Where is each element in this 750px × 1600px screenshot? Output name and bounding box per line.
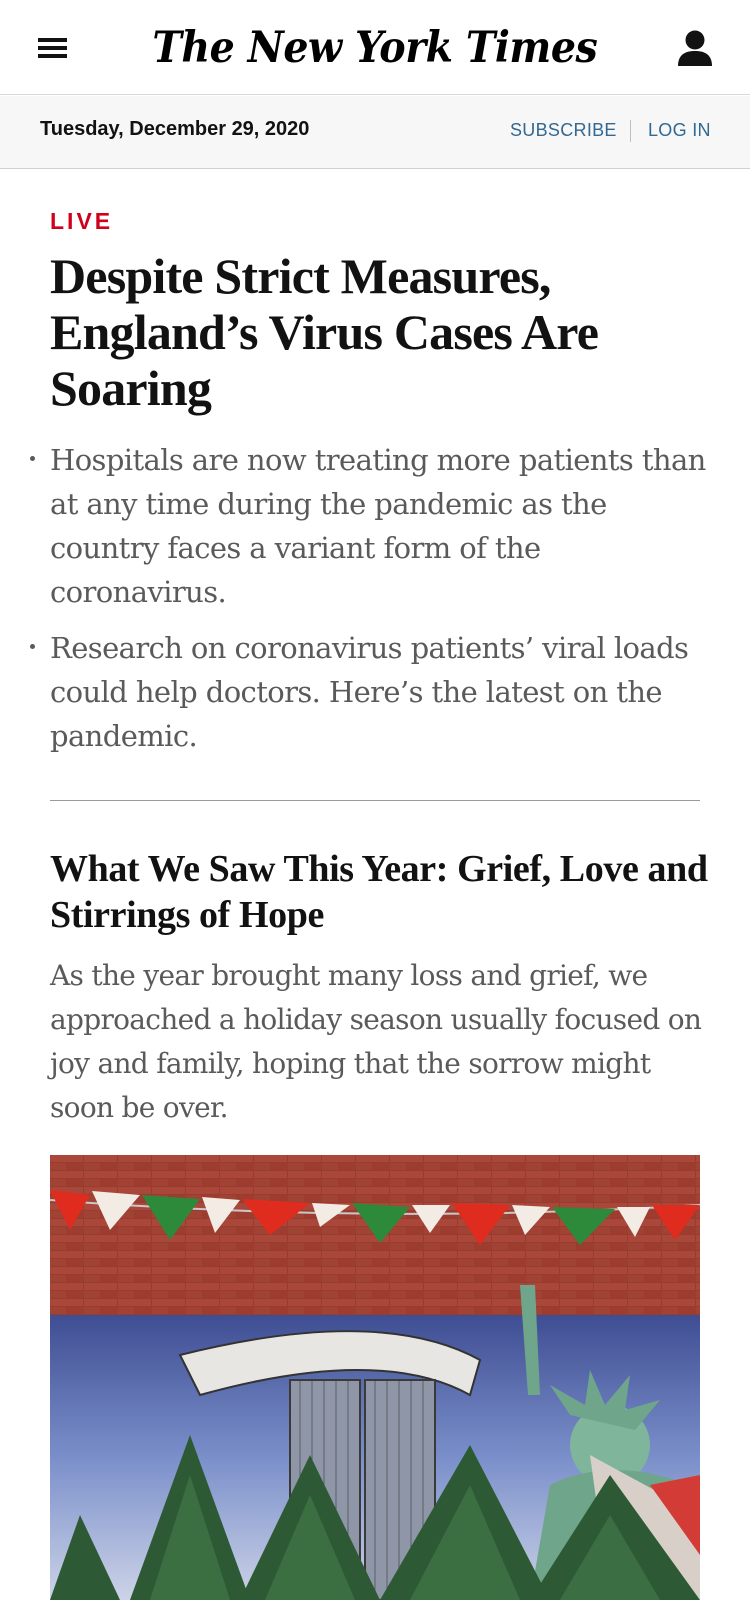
login-link[interactable]: LOG IN xyxy=(648,120,711,141)
lead-summary-list: Hospitals are now treating more patients… xyxy=(30,438,710,770)
second-story-summary: As the year brought many loss and grief,… xyxy=(50,959,702,1124)
subscribe-link[interactable]: SUBSCRIBE xyxy=(510,120,617,141)
bullet-dot-icon xyxy=(30,456,35,461)
story-photo-mural-and-christmas-trees[interactable] xyxy=(50,1155,700,1600)
link-divider xyxy=(630,120,631,142)
current-date: Tuesday, December 29, 2020 xyxy=(40,118,310,140)
top-navigation-bar: The New York Times xyxy=(0,0,750,95)
summary-bullet[interactable]: Research on coronavirus patients’ viral … xyxy=(30,626,710,758)
section-divider xyxy=(50,800,700,801)
bullet-text: Hospitals are now treating more patients… xyxy=(50,443,706,609)
bullet-dot-icon xyxy=(30,644,35,649)
account-icon[interactable] xyxy=(672,27,718,71)
summary-bullet[interactable]: Hospitals are now treating more patients… xyxy=(30,438,710,614)
second-story-headline[interactable]: What We Saw This Year: Grief, Love and S… xyxy=(50,846,710,938)
date-bar: Tuesday, December 29, 2020 SUBSCRIBE LOG… xyxy=(0,96,750,169)
lead-headline[interactable]: Despite Strict Measures, England’s Virus… xyxy=(50,248,700,416)
live-label: LIVE xyxy=(50,208,114,234)
nyt-logo[interactable]: The New York Times xyxy=(0,18,750,78)
bullet-text: Research on coronavirus patients’ viral … xyxy=(50,631,689,753)
